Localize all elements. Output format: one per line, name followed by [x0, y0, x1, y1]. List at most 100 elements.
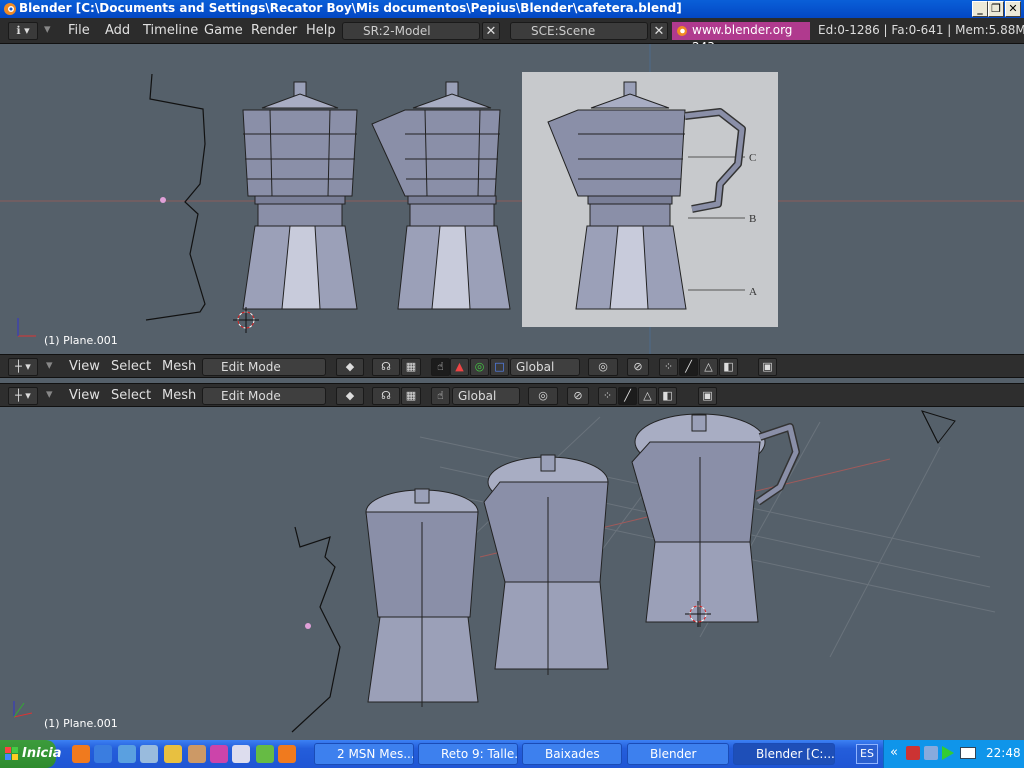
perspective-canvas[interactable]	[0, 407, 1024, 740]
editor-type-selector[interactable]: ┼ ▾	[8, 358, 38, 376]
draw-type-selector[interactable]: ◆	[336, 387, 364, 405]
face-select-mode[interactable]: △	[699, 358, 718, 376]
profile-curve	[291, 526, 341, 733]
active-object-label: (1) Plane.001	[44, 717, 118, 730]
scene-delete-button[interactable]: ✕	[650, 22, 668, 40]
snap-toggle[interactable]: ⊘	[567, 387, 589, 405]
task-blender[interactable]: Blender	[627, 743, 729, 765]
menu-help[interactable]: Help	[306, 23, 336, 38]
camera-icon	[921, 410, 956, 444]
menu-select[interactable]: Select	[111, 359, 151, 374]
firefox-icon[interactable]	[278, 745, 296, 763]
editor-type-selector[interactable]: ℹ ▾	[8, 22, 38, 40]
rotate-manipulator[interactable]: ◎	[470, 358, 489, 376]
image-icon: ▣	[702, 389, 713, 402]
system-tray: « 22:48	[883, 740, 1024, 768]
vertex-select-mode[interactable]: ⁘	[659, 358, 678, 376]
chat-icon[interactable]	[256, 745, 274, 763]
menu-render[interactable]: Render	[251, 23, 297, 38]
task-blender-active[interactable]: Blender [C:...	[733, 743, 835, 765]
clock: 22:48	[986, 746, 1021, 760]
top-3d-view-header: ┼ ▾ ▾ View Select Mesh Edit Mode ◆ ☊ ▦ ☝…	[0, 354, 1024, 378]
collapse-arrow-icon[interactable]: ▾	[46, 387, 53, 402]
collapse-arrow-icon[interactable]: ▾	[44, 22, 51, 37]
close-window-button[interactable]: ✕	[1005, 1, 1021, 17]
edge-select-mode[interactable]: ╱	[618, 387, 637, 405]
collapse-arrow-icon[interactable]: ▾	[46, 358, 53, 373]
pivot-selector[interactable]: ☊	[372, 387, 400, 405]
edge-select-mode[interactable]: ╱	[679, 358, 698, 376]
menu-mesh[interactable]: Mesh	[162, 388, 196, 403]
menu-file[interactable]: File	[68, 23, 90, 38]
play-icon[interactable]	[942, 746, 954, 760]
coffee-pot-perspective-3	[631, 413, 800, 627]
magnet-icon: ⊘	[633, 360, 643, 373]
messenger-icon[interactable]	[118, 745, 136, 763]
task-reto9[interactable]: Reto 9: Talle...	[418, 743, 518, 765]
occlude-geometry-toggle[interactable]: ◧	[719, 358, 738, 376]
menu-select[interactable]: Select	[111, 388, 151, 403]
perspective-viewport[interactable]: (1) Plane.001	[0, 407, 1024, 740]
music-icon[interactable]	[210, 745, 228, 763]
minimize-button[interactable]: _	[972, 1, 988, 17]
manipulator-toggle[interactable]: ☝	[431, 387, 450, 405]
transform-orientation[interactable]: Global	[510, 358, 580, 376]
grid-icon: ▦	[405, 360, 417, 373]
blender-website-link[interactable]: www.blender.org 243	[672, 22, 810, 54]
image-icon: ▣	[762, 360, 773, 373]
coffee-pot-perspective-2	[483, 454, 609, 675]
proportional-edit[interactable]: ◎	[588, 358, 618, 376]
scene-selector[interactable]: SCE:Scene	[510, 22, 648, 40]
restore-button[interactable]: ❐	[988, 1, 1004, 17]
layers-button[interactable]: ▦	[401, 358, 421, 376]
render-preview-button[interactable]: ▣	[698, 387, 717, 405]
transform-orientation[interactable]: Global	[452, 387, 520, 405]
menu-timeline[interactable]: Timeline	[143, 23, 198, 38]
manipulator-toggle[interactable]: ☝	[431, 358, 450, 376]
vertex-select-mode[interactable]: ⁘	[598, 387, 617, 405]
task-baixades[interactable]: Baixades	[522, 743, 622, 765]
menu-add[interactable]: Add	[105, 23, 130, 38]
snap-toggle[interactable]: ⊘	[627, 358, 649, 376]
mode-selector[interactable]: Edit Mode	[202, 358, 326, 376]
face-icon: △	[704, 360, 713, 373]
render-preview-button[interactable]: ▣	[758, 358, 777, 376]
face-select-mode[interactable]: △	[638, 387, 657, 405]
scale-manipulator[interactable]: □	[490, 358, 509, 376]
mail-icon[interactable]	[960, 747, 976, 759]
front-view-canvas[interactable]: C B A	[0, 44, 1024, 354]
draw-type-selector[interactable]: ◆	[336, 358, 364, 376]
show-hidden-icons-button[interactable]: «	[890, 745, 898, 760]
menu-view[interactable]: View	[69, 359, 100, 374]
firefox-icon[interactable]	[72, 745, 90, 763]
mode-selector[interactable]: Edit Mode	[202, 387, 326, 405]
occlude-geometry-toggle[interactable]: ◧	[658, 387, 677, 405]
computer-icon[interactable]	[924, 746, 938, 760]
ref-label-c: C	[749, 152, 756, 164]
language-indicator[interactable]: ES	[856, 744, 878, 764]
media-player-icon[interactable]	[232, 745, 250, 763]
title-bar: Blender [C:\Documents and Settings\Recat…	[0, 0, 1024, 18]
menu-game[interactable]: Game	[204, 23, 243, 38]
pivot-icon: ☊	[381, 389, 391, 402]
editor-type-selector[interactable]: ┼ ▾	[8, 387, 38, 405]
pivot-selector[interactable]: ☊	[372, 358, 400, 376]
3d-cursor[interactable]	[233, 307, 259, 333]
proportional-edit[interactable]: ◎	[528, 387, 558, 405]
task-msn[interactable]: 2 MSN Mes...	[314, 743, 414, 765]
folder-icon[interactable]	[140, 745, 158, 763]
layers-button[interactable]: ▦	[401, 387, 421, 405]
network-icon[interactable]	[906, 746, 920, 760]
menu-view[interactable]: View	[69, 388, 100, 403]
screen-selector[interactable]: SR:2-Model	[342, 22, 480, 40]
pencil-icon[interactable]	[164, 745, 182, 763]
front-view-viewport[interactable]: C B A (1) Plane.001	[0, 44, 1024, 354]
bottom-3d-view-header: ┼ ▾ ▾ View Select Mesh Edit Mode ◆ ☊ ▦ ☝…	[0, 383, 1024, 407]
start-button[interactable]: Inicia	[0, 740, 61, 768]
translate-manipulator[interactable]: ▲	[450, 358, 469, 376]
screen-delete-button[interactable]: ✕	[482, 22, 500, 40]
game-icon[interactable]	[188, 745, 206, 763]
3d-view-icon: ┼ ▾	[15, 389, 31, 402]
internet-explorer-icon[interactable]	[94, 745, 112, 763]
menu-mesh[interactable]: Mesh	[162, 359, 196, 374]
